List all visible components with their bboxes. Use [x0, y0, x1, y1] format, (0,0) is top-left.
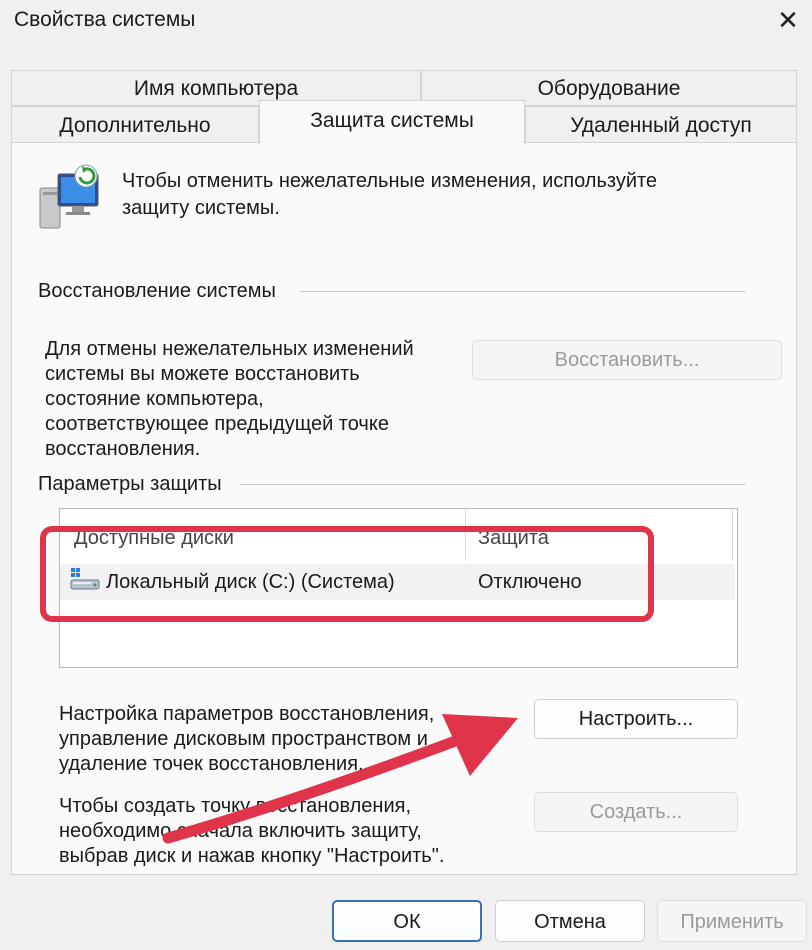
column-separator: [732, 509, 733, 561]
ok-button[interactable]: ОК: [332, 900, 482, 942]
tab-label: Оборудование: [537, 77, 681, 100]
restore-description-line: Для отмены нежелательных изменений: [45, 338, 414, 360]
tab-label: Дополнительно: [59, 114, 211, 137]
local-disk-icon: [70, 568, 100, 590]
intro-text-line1: Чтобы отменить нежелательные изменения, …: [122, 170, 658, 192]
group-divider: [300, 291, 746, 292]
create-description-line: выбрав диск и нажав кнопку "Настроить".: [59, 845, 445, 867]
column-header-protection[interactable]: Защита: [478, 527, 549, 550]
close-button[interactable]: ✕: [770, 2, 806, 38]
group-divider: [240, 484, 746, 485]
drives-list[interactable]: Доступные диски Защита Локальный диск (C…: [59, 508, 738, 668]
restore-description-line: состояние компьютера,: [45, 388, 264, 410]
restore-button[interactable]: Восстановить...: [472, 340, 782, 380]
tab-system-protection[interactable]: Защита системы: [259, 100, 525, 144]
system-protection-icon: [39, 164, 99, 229]
configure-description-line: удаление точек восстановления.: [59, 753, 364, 775]
protection-group-label: Параметры защиты: [38, 473, 230, 496]
intro-text-line2: защиту системы.: [122, 197, 280, 219]
restore-description-line: восстановления.: [45, 438, 201, 460]
window-title: Свойства системы: [14, 8, 196, 31]
configure-description-line: управление дисковым пространством и: [59, 728, 428, 750]
column-header-drives[interactable]: Доступные диски: [74, 527, 234, 550]
restore-description-line: системы вы можете восстановить: [45, 363, 360, 385]
drive-name: Локальный диск (C:) (Система): [106, 571, 395, 593]
drive-protection-status: Отключено: [478, 571, 582, 593]
create-button[interactable]: Создать...: [534, 792, 738, 832]
close-icon: ✕: [777, 5, 799, 35]
tab-label: Защита системы: [310, 109, 474, 132]
table-row[interactable]: Локальный диск (C:) (Система) Отключено: [60, 564, 735, 600]
create-description-line: необходимо сначала включить защиту,: [59, 820, 422, 842]
configure-button[interactable]: Настроить...: [534, 699, 738, 739]
tab-label: Имя компьютера: [133, 77, 299, 100]
cancel-button[interactable]: Отмена: [495, 900, 645, 942]
tab-label: Удаленный доступ: [570, 114, 752, 137]
restore-description-line: соответствующее предыдущей точке: [45, 413, 389, 435]
apply-button[interactable]: Применить: [657, 900, 807, 942]
tab-advanced[interactable]: Дополнительно: [11, 106, 259, 144]
column-separator: [465, 509, 466, 561]
create-description-line: Чтобы создать точку восстановления,: [59, 795, 412, 817]
restore-group-label: Восстановление системы: [38, 280, 284, 303]
tab-remote-access[interactable]: Удаленный доступ: [525, 106, 797, 144]
configure-description-line: Настройка параметров восстановления,: [59, 703, 435, 725]
